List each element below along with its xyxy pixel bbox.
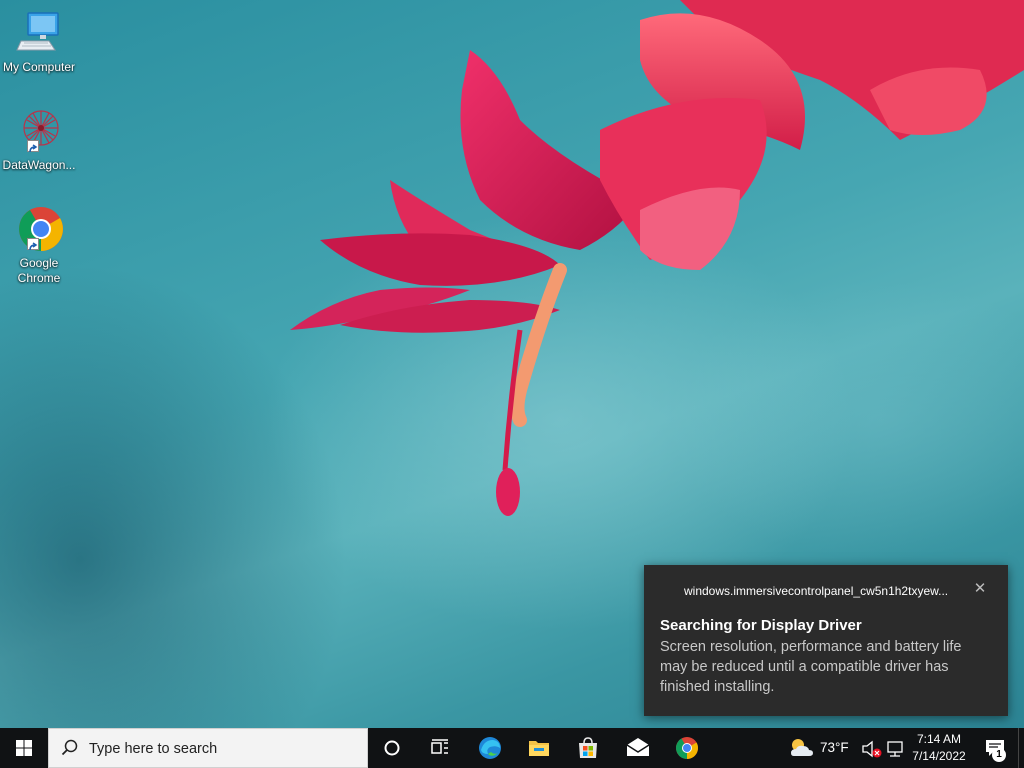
show-desktop-button[interactable]	[1018, 728, 1024, 768]
microsoft-store-button[interactable]	[564, 728, 612, 768]
task-view-icon	[431, 739, 448, 754]
clock-time: 7:14 AM	[916, 732, 962, 746]
taskbar-clock[interactable]: 7:14 AM 7/14/2022	[906, 728, 972, 768]
file-explorer-icon	[529, 741, 549, 756]
task-view-button[interactable]	[416, 728, 464, 768]
chrome-icon	[15, 206, 63, 254]
edge-button[interactable]	[466, 728, 514, 768]
toast-body: Screen resolution, performance and batte…	[660, 639, 962, 695]
desktop-icon-datawagon[interactable]: DataWagon...	[1, 108, 77, 173]
taskbar-search-box[interactable]: Type here to search	[48, 728, 368, 768]
toast-app-name: windows.immersivecontrolpanel_cw5n1h2txy…	[684, 584, 949, 598]
desktop: My Computer DataWagon... Google Chrome w…	[0, 0, 1024, 728]
search-placeholder: Type here to search	[89, 741, 218, 757]
shortcut-arrow-icon	[27, 238, 39, 251]
search-icon	[61, 739, 78, 756]
toast-close-button[interactable]: ✕	[972, 581, 988, 597]
weather-temperature: 73°F	[820, 740, 849, 755]
network-tray-button[interactable]	[882, 728, 906, 768]
desktop-icon-label: Google Chrome	[17, 256, 61, 285]
computer-icon	[15, 10, 63, 58]
microsoft-store-icon	[579, 737, 597, 758]
clock-date: 7/14/2022	[912, 749, 966, 763]
volume-tray-button[interactable]	[858, 728, 882, 768]
desktop-icon-my-computer[interactable]: My Computer	[1, 10, 77, 75]
weather-widget[interactable]: 73°F	[786, 728, 850, 768]
volume-muted-icon	[862, 740, 882, 758]
notification-count-badge: 1	[992, 748, 1006, 762]
network-icon	[887, 741, 903, 757]
toast-title: Searching for Display Driver	[660, 617, 862, 634]
chrome-taskbar-button[interactable]	[663, 728, 711, 768]
toast-notification[interactable]: windows.immersivecontrolpanel_cw5n1h2txy…	[644, 565, 1008, 716]
edge-icon	[479, 737, 501, 759]
desktop-icon-google-chrome[interactable]: Google Chrome	[1, 206, 77, 286]
mail-icon	[626, 738, 650, 756]
chrome-icon	[676, 737, 698, 759]
start-button[interactable]	[0, 728, 48, 768]
datawagon-icon	[15, 108, 63, 156]
windows-logo-icon	[16, 740, 32, 756]
cortana-icon	[384, 740, 400, 756]
action-center-button[interactable]: 1	[980, 728, 1010, 768]
partly-cloudy-icon	[791, 739, 813, 756]
mail-button[interactable]	[614, 728, 662, 768]
shortcut-arrow-icon	[27, 140, 39, 153]
file-explorer-button[interactable]	[515, 728, 563, 768]
desktop-icon-label: DataWagon...	[2, 158, 76, 172]
taskbar: Type here to search 73°F 7:14 AM 7/14/20…	[0, 728, 1024, 768]
desktop-icon-label: My Computer	[2, 60, 76, 74]
cortana-button[interactable]	[368, 728, 416, 768]
